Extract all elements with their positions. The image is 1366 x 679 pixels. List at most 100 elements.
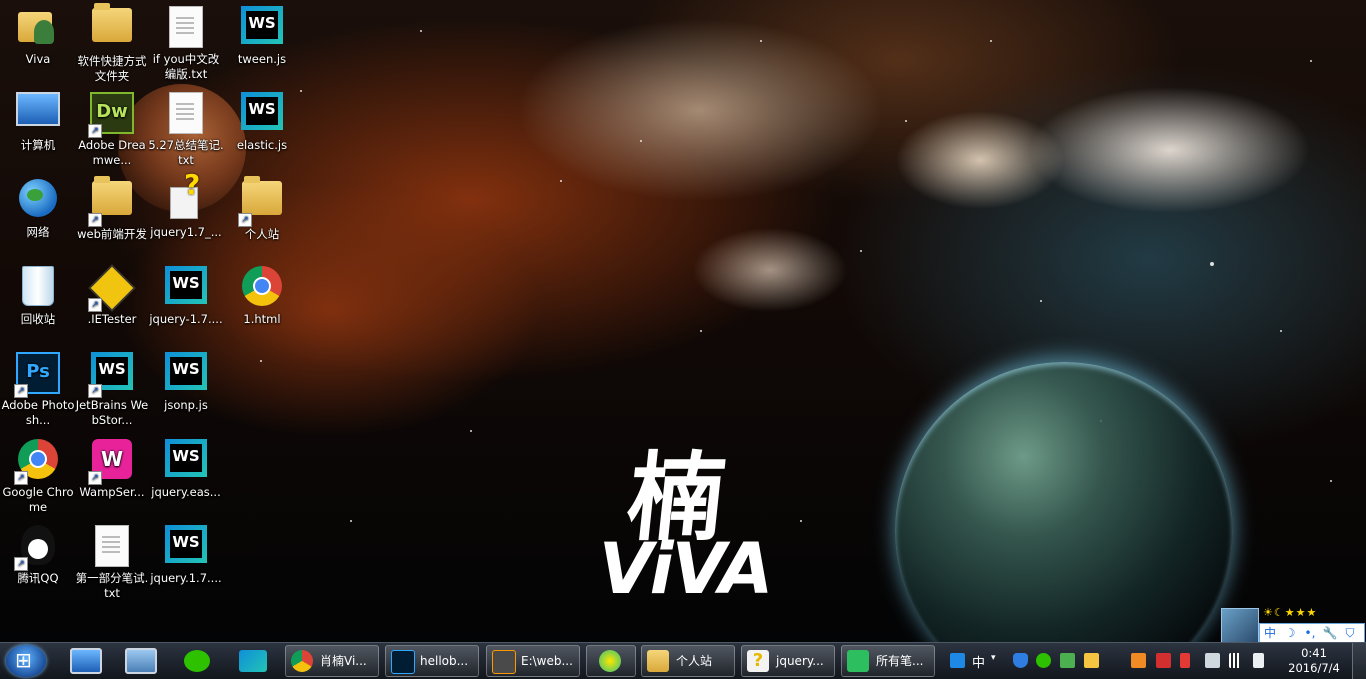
ime-moon-icon[interactable]: ☽ <box>1280 624 1300 642</box>
taskbar-window-label: hellob... <box>420 654 469 668</box>
desktop-icon-label: if you中文改编版.txt <box>152 52 220 81</box>
volume-icon[interactable] <box>1253 653 1264 668</box>
wechat-tray-icon[interactable] <box>1036 653 1051 668</box>
folder-icon: ↗ <box>238 176 284 227</box>
ime-skin-icon[interactable]: ⛉ <box>1340 624 1360 642</box>
ime-chinese-toggle[interactable]: 中 <box>1260 624 1280 642</box>
clock[interactable]: 0:41 2016/7/4 <box>1282 646 1346 676</box>
chevron-down-icon[interactable]: ▾ <box>991 653 996 667</box>
desktop-icon-label: Adobe Photosh... <box>1 398 75 427</box>
desktop-icon-tween-js[interactable]: WS tween.js <box>224 2 300 67</box>
desktop-icon-label: .IETester <box>87 312 137 326</box>
shortcut-arrow-icon: ↗ <box>88 124 102 138</box>
desktop-icon-dreamweaver[interactable]: Dw ↗ Adobe Dreamwe... <box>74 88 150 168</box>
dreamweaver-icon: Dw ↗ <box>88 92 134 138</box>
desktop-icon-personal-site[interactable]: ↗ 个人站 <box>224 175 300 242</box>
desktop-icon-if-you-txt[interactable]: if you中文改编版.txt <box>148 2 224 82</box>
shortcut-arrow-icon: ↗ <box>238 213 252 227</box>
desktop-icon-network[interactable]: 网络 <box>0 175 76 240</box>
desktop-icon-webstorm[interactable]: WS ↗ JetBrains WebStor... <box>74 348 150 428</box>
shortcut-arrow-icon: ↗ <box>88 213 102 227</box>
desktop-icon-label: jsonp.js <box>164 398 208 412</box>
usb-device-icon[interactable] <box>1205 653 1220 668</box>
speaker-muted-icon[interactable] <box>1180 653 1190 668</box>
network-status-icon[interactable] <box>1156 653 1171 668</box>
webstorm-file-icon: WS <box>164 439 208 483</box>
desktop-icon-1-html[interactable]: 1.html <box>224 262 300 327</box>
signal-bars-icon[interactable] <box>1229 653 1244 668</box>
desktop-icon-label: elastic.js <box>236 138 288 152</box>
sublime-icon <box>492 650 516 674</box>
recycle-bin-icon <box>16 266 60 310</box>
desktop-icon-527-notes[interactable]: 5.27总结笔记.txt <box>148 88 224 168</box>
shortcut-arrow-icon: ↗ <box>14 384 28 398</box>
desktop-icon-ietester[interactable]: ↗ .IETester <box>74 262 150 327</box>
window-switch-icon <box>125 648 157 674</box>
chrome-folder-icon: ↗ <box>88 176 134 227</box>
ime-avatar[interactable] <box>1221 608 1259 644</box>
desktop-icon-label: jquery-1.7.... <box>149 312 223 326</box>
taskbar-window-chrome[interactable]: 肖楠Vi... <box>285 645 379 677</box>
shield-icon[interactable] <box>1013 653 1028 668</box>
text-file-icon <box>164 92 208 136</box>
pinned-wechat[interactable] <box>173 645 221 677</box>
wallpaper-logo: 楠 ViVA <box>585 420 785 640</box>
taskbar-window-evernote[interactable]: 所有笔... <box>841 645 935 677</box>
shortcut-arrow-icon: ↗ <box>88 471 102 485</box>
desktop-icon-web-frontend[interactable]: ↗ web前端开发 <box>74 175 150 242</box>
desktop-icon-label: jquery.eas... <box>151 485 221 499</box>
desktop-icon-jquery-17b[interactable]: WS jquery.1.7.... <box>148 521 224 586</box>
taskbar-window-folder[interactable]: 个人站 <box>641 645 735 677</box>
orange-app-tray-icon[interactable] <box>1131 653 1146 668</box>
taskbar-window-label: E:\web... <box>521 654 573 668</box>
taskbar-window-qqmusic[interactable] <box>586 645 636 677</box>
desktop-icon-label: jquery1.7_... <box>150 225 222 239</box>
desktop-icon-elastic-js[interactable]: WS elastic.js <box>224 88 300 153</box>
desktop-icon-label: 5.27总结笔记.txt <box>148 138 224 167</box>
taskbar-window-jquery-help[interactable]: ? jquery... <box>741 645 835 677</box>
start-button[interactable] <box>6 645 46 677</box>
desktop-icon-wampserver[interactable]: W ↗ WampSer... <box>74 435 150 500</box>
desktop-icon-google-chrome[interactable]: ↗ Google Chrome <box>0 435 76 515</box>
desktop-icon-label: JetBrains WebStor... <box>75 398 149 427</box>
wallpaper-logo-word: ViVA <box>598 528 774 610</box>
desktop-icon-jquery-easing[interactable]: WS jquery.eas... <box>148 435 224 500</box>
folder-icon <box>647 650 669 672</box>
taskbar-window-sublime[interactable]: E:\web... <box>486 645 580 677</box>
ime-wrench-icon[interactable]: 🔧 <box>1320 624 1340 642</box>
ime-toolbar[interactable]: 中 ☽ •, 🔧 ⛉ <box>1259 623 1365 643</box>
pinned-webstorm[interactable] <box>229 645 277 677</box>
taskbar-window-photoshop[interactable]: hellob... <box>385 645 479 677</box>
green-app-tray-icon[interactable] <box>1060 653 1075 668</box>
chrome-icon: ↗ <box>14 439 60 485</box>
desktop-icon-computer[interactable]: 计算机 <box>0 88 76 153</box>
desktop-icon-viva[interactable]: Viva <box>0 2 76 67</box>
pinned-window-switch[interactable] <box>117 645 165 677</box>
desktop-icon-label: tween.js <box>237 52 287 66</box>
desktop-icon-shortcut-folder[interactable]: 软件快捷方式文件夹 <box>74 2 150 84</box>
folder-tray-icon[interactable] <box>1084 653 1099 668</box>
desktop-icon-jquery-17[interactable]: WS jquery-1.7.... <box>148 262 224 327</box>
ime-floating-panel[interactable]: ☀☾★★★ 中 ☽ •, 🔧 ⛉ <box>1221 606 1365 644</box>
desktop-icon-jsonp-js[interactable]: WS jsonp.js <box>148 348 224 413</box>
desktop-icon-label: Viva <box>25 52 51 66</box>
photoshop-icon <box>391 650 415 674</box>
ime-punct-icon[interactable]: •, <box>1300 624 1320 642</box>
chrome-icon <box>240 266 284 310</box>
webstorm-file-icon: WS <box>240 92 284 136</box>
shortcut-arrow-icon: ↗ <box>14 557 28 571</box>
desktop-icon-photoshop[interactable]: Ps ↗ Adobe Photosh... <box>0 348 76 428</box>
desktop-icon-qq[interactable]: ↗ 腾讯QQ <box>0 521 76 586</box>
ime-language-indicator[interactable]: 中 <box>972 652 985 671</box>
show-desktop-button[interactable] <box>1352 643 1366 679</box>
desktop-icon-part1-exam[interactable]: 第一部分笔试.txt <box>74 521 150 601</box>
desktop-icon-jquery-help[interactable]: ? jquery1.7_... <box>148 171 224 240</box>
desktop-icon-label: web前端开发 <box>77 227 147 241</box>
webstorm-file-icon: WS <box>164 266 208 310</box>
desktop-icon-label: 第一部分笔试.txt <box>75 571 149 600</box>
shortcut-arrow-icon: ↗ <box>88 384 102 398</box>
user-folder-icon <box>16 6 60 50</box>
qq-tray-icon[interactable] <box>950 653 965 668</box>
pinned-desktop[interactable] <box>62 645 110 677</box>
desktop-icon-recycle-bin[interactable]: 回收站 <box>0 262 76 327</box>
